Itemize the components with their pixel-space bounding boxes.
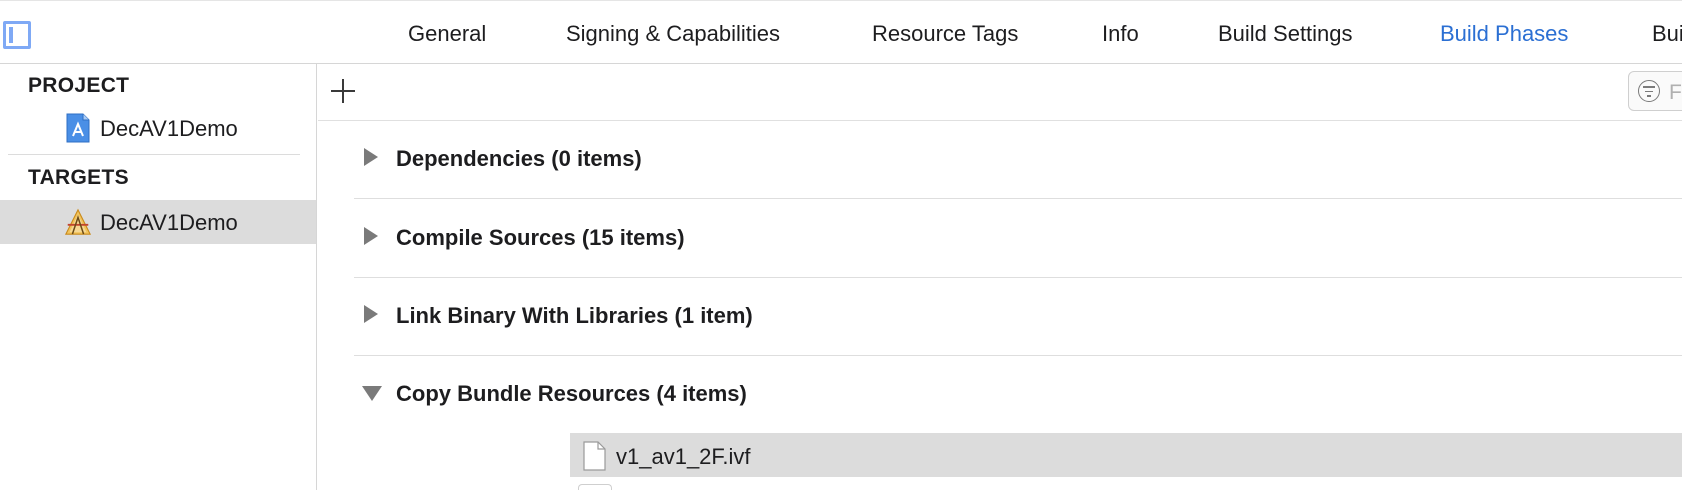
disclosure-triangle-icon[interactable] bbox=[364, 148, 378, 166]
tab-general[interactable]: General bbox=[408, 21, 486, 47]
filter-icon bbox=[1638, 80, 1660, 102]
sidebar-item-target[interactable]: DecAV1Demo bbox=[0, 200, 316, 244]
build-phases-toolbar: F bbox=[318, 64, 1682, 121]
disclosure-triangle-icon[interactable] bbox=[364, 305, 378, 323]
resource-row[interactable]: v1_av1_2F.ivf bbox=[570, 433, 1682, 477]
phase-link-binary[interactable]: Link Binary With Libraries (1 item) bbox=[354, 278, 1682, 356]
sidebar-item-label: DecAV1Demo bbox=[100, 116, 238, 141]
disclosure-triangle-icon[interactable] bbox=[362, 386, 382, 401]
tab-build-rules[interactable]: Bui bbox=[1652, 21, 1682, 47]
document-icon bbox=[583, 441, 606, 471]
sidebar-item-label: DecAV1Demo bbox=[100, 210, 238, 235]
phase-dependencies[interactable]: Dependencies (0 items) bbox=[354, 121, 1682, 199]
targets-section-header: TARGETS bbox=[28, 166, 129, 189]
editor-tab-bar: General Signing & Capabilities Resource … bbox=[0, 0, 1682, 64]
tab-info[interactable]: Info bbox=[1102, 21, 1139, 47]
phase-compile-sources[interactable]: Compile Sources (15 items) bbox=[354, 200, 1682, 278]
filter-placeholder: F bbox=[1669, 81, 1682, 104]
sidebar-divider bbox=[8, 154, 300, 155]
tab-signing-capabilities[interactable]: Signing & Capabilities bbox=[566, 21, 780, 47]
document-icon bbox=[578, 484, 612, 490]
build-phases-editor: F Dependencies (0 items) Compile Sources… bbox=[318, 64, 1682, 490]
filter-field[interactable]: F bbox=[1628, 71, 1682, 111]
app-target-icon bbox=[64, 208, 92, 235]
plus-icon[interactable] bbox=[330, 78, 356, 104]
tab-resource-tags[interactable]: Resource Tags bbox=[872, 21, 1018, 47]
phase-title: Dependencies (0 items) bbox=[396, 146, 642, 171]
sidebar-toggle-icon[interactable] bbox=[3, 21, 31, 49]
disclosure-triangle-icon[interactable] bbox=[364, 227, 378, 245]
sidebar-item-project[interactable]: DecAV1Demo bbox=[0, 106, 316, 150]
project-target-sidebar: PROJECT DecAV1Demo TARGETS DecAV1Demo bbox=[0, 64, 317, 490]
tab-build-phases[interactable]: Build Phases bbox=[1440, 21, 1568, 47]
phase-title: Link Binary With Libraries (1 item) bbox=[396, 303, 753, 328]
resource-file-name: v1_av1_2F.ivf bbox=[616, 444, 751, 469]
tab-build-settings[interactable]: Build Settings bbox=[1218, 21, 1353, 47]
project-section-header: PROJECT bbox=[28, 74, 130, 97]
phase-title: Copy Bundle Resources (4 items) bbox=[396, 381, 747, 406]
phase-copy-bundle-resources[interactable]: Copy Bundle Resources (4 items) bbox=[354, 356, 1682, 434]
project-file-icon bbox=[66, 113, 90, 143]
phase-title: Compile Sources (15 items) bbox=[396, 225, 685, 250]
